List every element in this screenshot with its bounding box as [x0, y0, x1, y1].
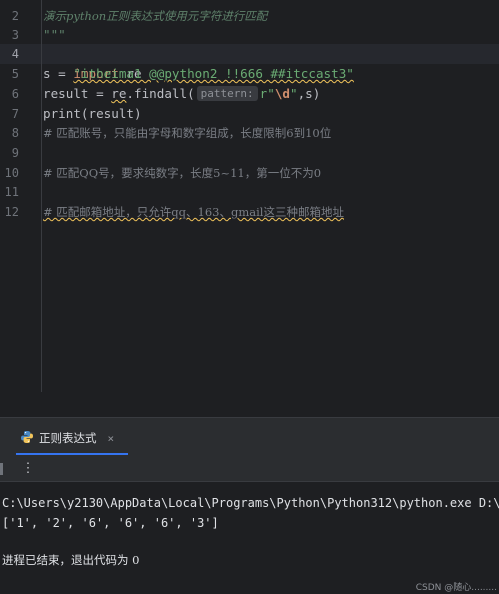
call-args-rest: ,s) — [297, 86, 321, 101]
assign-string-line: s = "itheima1 @@python2 !!666 ##itccast3… — [43, 64, 354, 84]
import-line: import re — [43, 44, 141, 81]
console-result-line: ['1', '2', '6', '6', '6', '3'] — [2, 516, 219, 530]
console-output[interactable]: C:\Users\y2130\AppData\Local\Programs\Py… — [0, 482, 499, 594]
re-module-ref: re — [111, 86, 127, 101]
run-tab-label: 正则表达式 — [39, 431, 97, 445]
line-number: 3 — [11, 28, 19, 42]
variable-result: result = — [43, 86, 112, 101]
variable-s: s = — [43, 66, 74, 81]
line-number: 8 — [11, 126, 19, 140]
comment-account: # 匹配账号，只能由字母和数字组成，长度限制6到10位 — [43, 126, 332, 140]
toolbar-edge-marker — [0, 463, 3, 475]
more-options-icon[interactable]: ⋮ — [20, 459, 36, 479]
line-number: 6 — [11, 87, 19, 101]
line-gutter: 2 3 4 5 6 7 8 9 10 11 12 — [0, 0, 42, 392]
line-number: 9 — [11, 146, 19, 160]
python-icon — [20, 429, 34, 448]
code-editor[interactable]: 2 3 4 5 6 7 8 9 10 11 12 演示python正则表达式使用… — [0, 0, 499, 392]
line-number: 5 — [11, 67, 19, 81]
line-number: 11 — [4, 185, 19, 199]
line-number: 2 — [11, 9, 19, 23]
active-tab-indicator — [16, 453, 128, 455]
line-number: 12 — [4, 205, 19, 219]
line-number: 10 — [4, 166, 19, 180]
docstring-close: """ — [43, 27, 66, 42]
tool-window-tabs: 正则表达式 × — [0, 418, 499, 456]
raw-string-close: " — [290, 86, 298, 101]
parameter-hint: pattern: — [196, 86, 258, 101]
run-tab[interactable]: 正则表达式 × — [20, 427, 114, 449]
close-icon[interactable]: × — [108, 432, 115, 445]
line-number: 4 — [11, 47, 19, 61]
regex-digit-escape: \d — [274, 86, 290, 101]
comment-email: # 匹配邮箱地址，只允许qq、163、gmail这三种邮箱地址 — [43, 205, 344, 219]
console-exit-line: 进程已结束，退出代码为 0 — [2, 553, 140, 567]
findall-line: result = re.findall(pattern: r"\d",s) — [43, 84, 320, 104]
docstring-line: 演示python正则表达式使用元字符进行匹配 — [43, 9, 268, 23]
string-literal: "itheima1 @@python2 !!666 ##itccast3" — [73, 66, 354, 81]
console-toolbar: ⋮ — [0, 456, 499, 482]
console-command-line: C:\Users\y2130\AppData\Local\Programs\Py… — [2, 496, 499, 510]
print-line: print(result) — [43, 106, 142, 121]
run-tool-window: 正则表达式 × ⋮ C:\Users\y2130\AppData\Local\P… — [0, 417, 499, 594]
findall-call: .findall( — [126, 86, 195, 101]
line-number: 7 — [11, 107, 19, 121]
comment-qq: # 匹配QQ号，要求纯数字，长度5~11，第一位不为0 — [43, 166, 322, 180]
raw-string-open: r" — [259, 86, 275, 101]
watermark: CSDN @随心......... — [415, 583, 497, 593]
